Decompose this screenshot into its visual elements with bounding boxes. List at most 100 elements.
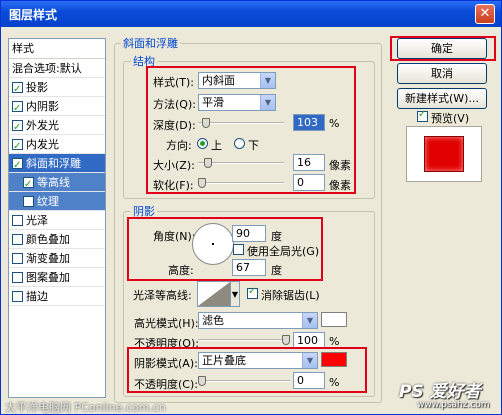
shadow-mode-select[interactable]: 正片叠底 ▼ <box>198 352 318 369</box>
style-list-item[interactable]: 纹理 <box>9 192 105 211</box>
gloss-contour-label: 光泽等高线: <box>133 289 192 302</box>
size-input[interactable]: 16 <box>293 154 325 171</box>
new-style-button[interactable]: 新建样式(W)... <box>397 88 487 109</box>
chevron-down-icon[interactable]: ▼ <box>230 281 240 307</box>
angle-label: 角度(N): <box>153 230 196 243</box>
angle-input[interactable]: 90 <box>232 225 266 242</box>
style-list-item[interactable]: 投影 <box>9 78 105 99</box>
shadow-color-swatch[interactable] <box>321 352 347 367</box>
style-list-item-label: 图案叠加 <box>26 270 70 284</box>
style-list-item-label: 光泽 <box>26 213 48 227</box>
style-list-item[interactable]: 图案叠加 <box>9 268 105 287</box>
highlight-opacity-thumb[interactable] <box>282 335 290 345</box>
style-list-item[interactable]: 混合选项:默认 <box>9 59 105 78</box>
style-list-item[interactable]: 颜色叠加 <box>9 230 105 249</box>
antialias-checkbox[interactable] <box>247 286 258 299</box>
style-list-item[interactable]: 内阴影 <box>9 97 105 118</box>
depth-slider[interactable] <box>198 118 284 128</box>
style-list-item[interactable]: 光泽 <box>9 211 105 230</box>
size-label: 大小(Z): <box>153 159 195 172</box>
style-list-item-label: 混合选项:默认 <box>12 61 82 75</box>
style-list-header[interactable]: 样式 <box>9 39 105 59</box>
direction-up-radio[interactable] <box>197 138 208 149</box>
shadow-mode-label: 阴影模式(A): <box>134 357 198 370</box>
method-select[interactable]: 平滑 ▼ <box>198 94 276 111</box>
style-list-checkbox[interactable] <box>12 80 23 99</box>
ok-button[interactable]: 确定 <box>397 38 487 59</box>
dialog-title: 图层样式 <box>9 8 58 22</box>
altitude-input[interactable]: 67 <box>232 259 266 276</box>
style-list-item-label: 外发光 <box>26 118 59 132</box>
close-button[interactable]: ✕ <box>475 4 495 24</box>
chevron-down-icon: ▼ <box>302 353 317 368</box>
preview-label: 预览(V) <box>431 112 470 125</box>
style-list-item-label: 等高线 <box>37 175 70 189</box>
highlight-opacity-slider[interactable] <box>198 335 290 345</box>
style-list-checkbox[interactable] <box>12 233 23 245</box>
style-list-item[interactable]: 等高线 <box>9 173 105 194</box>
style-list-item-label: 内发光 <box>26 137 59 151</box>
shadow-opacity-unit: % <box>329 376 340 389</box>
style-list-item[interactable]: 内发光 <box>9 135 105 156</box>
angle-dial[interactable] <box>192 223 234 265</box>
direction-down-radio[interactable] <box>234 138 245 149</box>
style-list-checkbox[interactable] <box>12 290 23 302</box>
style-list-item-label: 渐变叠加 <box>26 251 70 265</box>
watermark-logo: PS 爱好者 <box>399 382 481 402</box>
style-list-item-label: 描边 <box>26 289 48 303</box>
soften-label: 软化(F): <box>153 179 194 192</box>
style-list-checkbox[interactable] <box>12 137 23 156</box>
title-bar: 图层样式 ✕ <box>1 1 501 27</box>
global-light-label: 使用全局光(G) <box>247 245 320 258</box>
contour-curve-icon <box>198 282 230 306</box>
highlight-mode-value: 滤色 <box>202 314 224 327</box>
style-list-item[interactable]: 斜面和浮雕 <box>9 154 105 175</box>
direction-down-label: 下 <box>248 139 259 152</box>
highlight-color-swatch[interactable] <box>321 312 347 327</box>
size-slider-thumb[interactable] <box>204 158 212 168</box>
shadow-opacity-label: 不透明度(C): <box>134 378 198 391</box>
shadow-mode-value: 正片叠底 <box>202 354 246 367</box>
style-preview-thumbnail <box>424 136 464 172</box>
altitude-label: 高度: <box>168 264 194 277</box>
shadow-opacity-thumb[interactable] <box>198 376 206 386</box>
style-list-item-label: 投影 <box>26 80 48 94</box>
style-list-item[interactable]: 外发光 <box>9 116 105 137</box>
style-list-checkbox[interactable] <box>12 271 23 283</box>
style-list: 样式 混合选项:默认投影内阴影外发光内发光斜面和浮雕等高线纹理光泽颜色叠加渐变叠… <box>8 38 106 398</box>
style-list-checkbox[interactable] <box>12 118 23 137</box>
style-list-checkbox[interactable] <box>23 175 34 194</box>
soften-input[interactable]: 0 <box>293 174 325 191</box>
style-list-checkbox[interactable] <box>12 99 23 118</box>
size-slider[interactable] <box>198 158 284 168</box>
preview-checkbox[interactable] <box>417 109 428 122</box>
style-list-checkbox[interactable] <box>23 195 34 207</box>
watermark-url: www.psahz.com <box>417 400 490 410</box>
direction-up-label: 上 <box>211 139 222 152</box>
soften-slider[interactable] <box>198 178 284 188</box>
shadow-opacity-slider[interactable] <box>198 376 290 386</box>
style-list-item[interactable]: 描边 <box>9 287 105 306</box>
global-light-checkbox[interactable] <box>233 244 244 255</box>
highlight-mode-select[interactable]: 滤色 ▼ <box>198 312 318 329</box>
style-list-checkbox[interactable] <box>12 252 23 264</box>
depth-slider-thumb[interactable] <box>202 118 210 128</box>
style-label: 样式(T): <box>153 76 195 89</box>
angle-dial-center <box>212 243 214 245</box>
style-list-item-label: 纹理 <box>37 194 59 208</box>
style-list-checkbox[interactable] <box>12 214 23 226</box>
soften-slider-thumb[interactable] <box>198 178 206 188</box>
style-list-item-label: 斜面和浮雕 <box>26 156 81 170</box>
style-list-item-label: 颜色叠加 <box>26 232 70 246</box>
style-select[interactable]: 内斜面 ▼ <box>198 72 276 89</box>
cancel-button[interactable]: 取消 <box>397 63 487 84</box>
shadow-opacity-input[interactable]: 0 <box>293 372 325 389</box>
chevron-down-icon: ▼ <box>302 313 317 328</box>
depth-input[interactable]: 103 <box>293 114 325 131</box>
depth-label: 深度(D): <box>153 119 196 132</box>
gloss-contour-picker[interactable] <box>197 281 231 307</box>
style-list-checkbox[interactable] <box>12 156 23 175</box>
style-list-item[interactable]: 渐变叠加 <box>9 249 105 268</box>
antialias-label: 消除锯齿(L) <box>261 289 320 302</box>
depth-unit: % <box>329 117 340 130</box>
